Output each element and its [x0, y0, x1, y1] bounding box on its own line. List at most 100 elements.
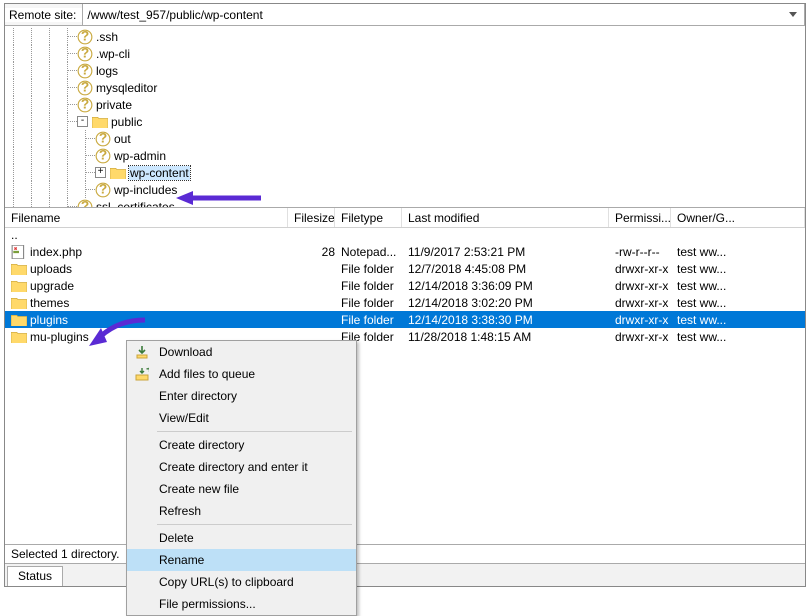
- menu-item[interactable]: Create new file: [127, 478, 356, 500]
- menu-item: View/Edit: [127, 407, 356, 429]
- menu-item-label: Download: [159, 345, 212, 359]
- cell-perm: -rw-r--r--: [609, 245, 671, 259]
- menu-item-label: File permissions...: [159, 597, 256, 611]
- cell-perm: drwxr-xr-x: [609, 313, 671, 327]
- col-lastmodified[interactable]: Last modified: [402, 208, 609, 227]
- remote-path-label: Remote site:: [5, 8, 82, 22]
- bottom-tabstrip: Status: [5, 563, 805, 586]
- menu-item[interactable]: Download: [127, 341, 356, 363]
- question-icon: ?: [95, 149, 111, 163]
- question-icon: ?: [95, 132, 111, 146]
- svg-text:?: ?: [99, 182, 107, 196]
- cell-type: File folder: [335, 279, 402, 293]
- cell-perm: drwxr-xr-x: [609, 330, 671, 344]
- parent-dir-row[interactable]: ..: [5, 228, 805, 243]
- tree-item[interactable]: ? .wp-cli: [5, 45, 805, 62]
- download-icon: [133, 343, 151, 361]
- menu-item-label: View/Edit: [159, 411, 209, 425]
- svg-text:?: ?: [81, 80, 89, 94]
- file-icon: [11, 245, 27, 259]
- question-icon: ?: [77, 30, 93, 44]
- tree-item[interactable]: ?ssl_certificates: [5, 198, 805, 208]
- tree-item-label: .wp-cli: [96, 47, 130, 61]
- status-bar: Selected 1 directory.: [5, 544, 805, 563]
- question-icon: ?: [77, 98, 93, 112]
- remote-path-combo[interactable]: /www/test_957/public/wp-content: [82, 4, 805, 25]
- menu-item-label: Refresh: [159, 504, 201, 518]
- menu-item[interactable]: Delete: [127, 527, 356, 549]
- col-filename[interactable]: Filename: [5, 208, 288, 227]
- file-name: uploads: [30, 262, 72, 276]
- remote-path-value: /www/test_957/public/wp-content: [87, 8, 262, 22]
- tree-item-label: wp-content: [129, 166, 190, 180]
- tree-item[interactable]: ?logs: [5, 62, 805, 79]
- file-name: upgrade: [30, 279, 74, 293]
- folder-icon: [110, 166, 126, 180]
- tree-item-label: public: [111, 115, 142, 129]
- annotation-arrow-wpcontent: [173, 188, 263, 206]
- menu-item-label: Rename: [159, 553, 204, 567]
- svg-text:?: ?: [81, 29, 89, 43]
- cell-own: test ww...: [671, 296, 805, 310]
- cell-type: File folder: [335, 296, 402, 310]
- file-name: themes: [30, 296, 69, 310]
- file-list[interactable]: ..index.php28Notepad...11/9/2017 2:53:21…: [5, 228, 805, 496]
- svg-text:?: ?: [81, 97, 89, 111]
- col-permissions[interactable]: Permissi...: [609, 208, 671, 227]
- tab-status[interactable]: Status: [7, 566, 63, 586]
- tree-expander[interactable]: -: [77, 116, 88, 127]
- file-row[interactable]: uploadsFile folder12/7/2018 4:45:08 PMdr…: [5, 260, 805, 277]
- tree-expander[interactable]: +: [95, 167, 106, 178]
- tree-item[interactable]: ?out: [5, 130, 805, 147]
- menu-item[interactable]: Create directory: [127, 434, 356, 456]
- folder-icon: [11, 330, 27, 344]
- folder-icon: [11, 313, 27, 327]
- tree-item-label: wp-includes: [114, 183, 177, 197]
- menu-item[interactable]: Refresh: [127, 500, 356, 522]
- question-icon: ?: [77, 81, 93, 95]
- svg-text:+: +: [146, 367, 149, 376]
- tree-item-label: wp-admin: [114, 149, 166, 163]
- menu-item[interactable]: Rename: [127, 549, 356, 571]
- col-filesize[interactable]: Filesize: [288, 208, 335, 227]
- tree-item[interactable]: ? wp-includes: [5, 181, 805, 198]
- tree-item[interactable]: - public: [5, 113, 805, 130]
- tree-item[interactable]: + wp-content: [5, 164, 805, 181]
- menu-item-label: Create directory: [159, 438, 244, 452]
- folder-icon: [11, 279, 27, 293]
- tree-item-label: ssl_certificates: [96, 200, 175, 209]
- tree-item[interactable]: ?wp-admin: [5, 147, 805, 164]
- add-queue-icon: +: [133, 365, 151, 383]
- svg-text:?: ?: [81, 46, 89, 60]
- chevron-down-icon[interactable]: [786, 8, 800, 22]
- tree-item-label: private: [96, 98, 132, 112]
- cell-type: File folder: [335, 313, 402, 327]
- menu-item[interactable]: Enter directory: [127, 385, 356, 407]
- file-row[interactable]: themesFile folder12/14/2018 3:02:20 PMdr…: [5, 294, 805, 311]
- file-name: plugins: [30, 313, 68, 327]
- context-menu: Download +Add files to queueEnter directo…: [126, 340, 357, 616]
- menu-item[interactable]: Create directory and enter it: [127, 456, 356, 478]
- question-icon: ?: [95, 183, 111, 197]
- cell-own: test ww...: [671, 262, 805, 276]
- cell-type: Notepad...: [335, 245, 402, 259]
- tree-item-label: logs: [96, 64, 118, 78]
- file-row[interactable]: upgradeFile folder12/14/2018 3:36:09 PMd…: [5, 277, 805, 294]
- cell-type: File folder: [335, 262, 402, 276]
- folder-icon: [92, 115, 108, 129]
- tree-item[interactable]: ? .ssh: [5, 28, 805, 45]
- col-filetype[interactable]: Filetype: [335, 208, 402, 227]
- menu-item[interactable]: +Add files to queue: [127, 363, 356, 385]
- menu-item[interactable]: File permissions...: [127, 593, 356, 615]
- col-owner[interactable]: Owner/G...: [671, 208, 805, 227]
- file-row[interactable]: index.php28Notepad...11/9/2017 2:53:21 P…: [5, 243, 805, 260]
- tree-item[interactable]: ?mysqleditor: [5, 79, 805, 96]
- folder-icon: [11, 296, 27, 310]
- menu-item-label: Create directory and enter it: [159, 460, 308, 474]
- cell-own: test ww...: [671, 330, 805, 344]
- tree-item-label: out: [114, 132, 131, 146]
- tree-item-label: .ssh: [96, 30, 118, 44]
- tree-item[interactable]: ? private: [5, 96, 805, 113]
- remote-directory-tree[interactable]: ?.ssh?.wp-cli?logs?mysqleditor?private-p…: [5, 26, 805, 208]
- cell-mod: 12/14/2018 3:38:30 PM: [402, 313, 609, 327]
